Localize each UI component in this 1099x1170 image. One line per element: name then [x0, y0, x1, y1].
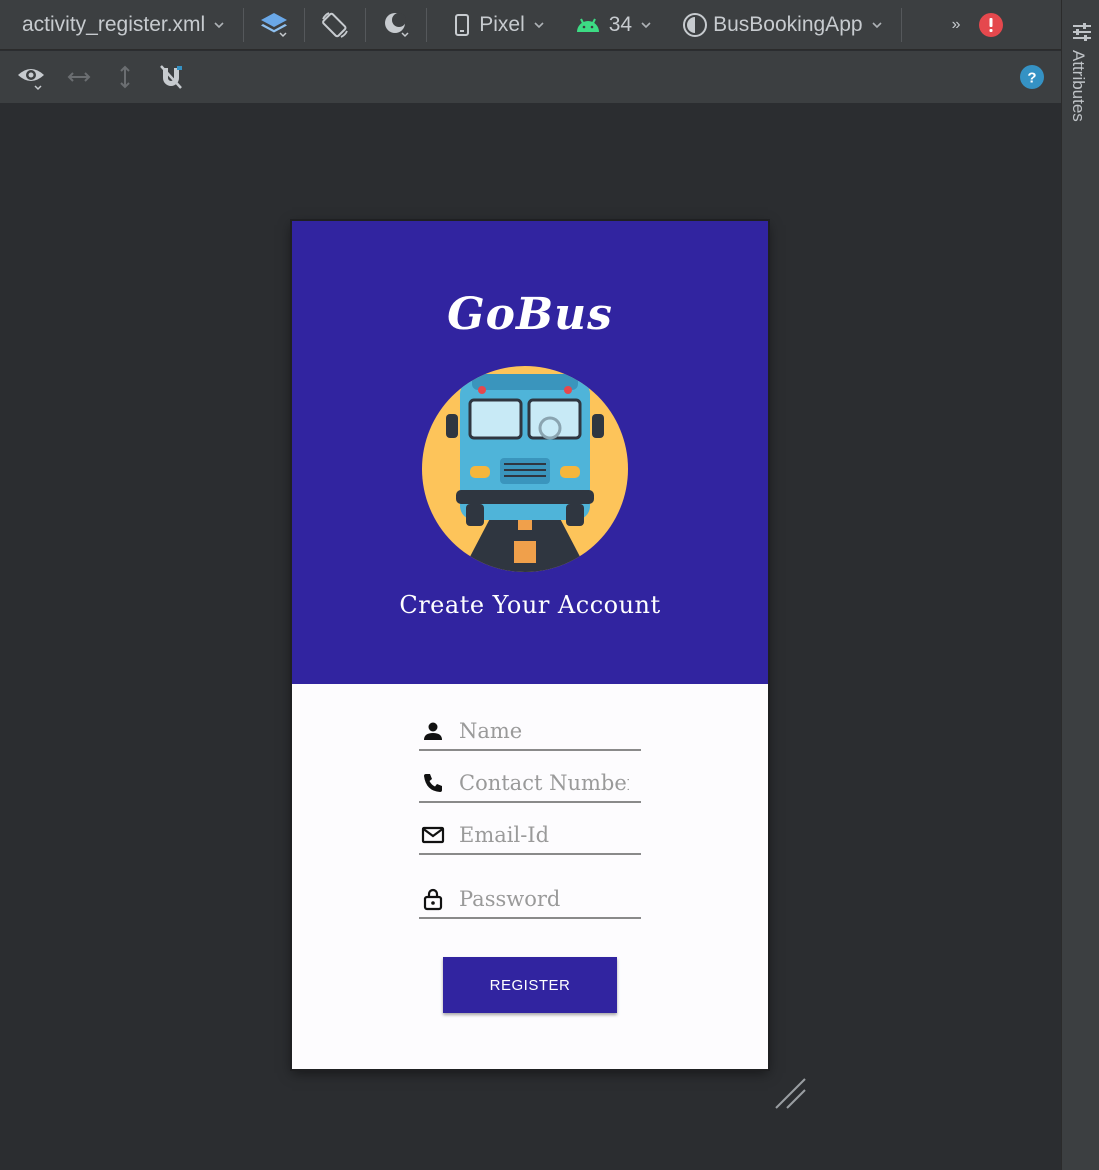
horizontal-resize-icon — [67, 72, 91, 82]
android-icon — [576, 18, 599, 32]
phone-preview: GoBus Create Your Account Name Contact N… — [292, 221, 768, 1069]
overflow-button[interactable]: » — [902, 0, 977, 50]
name-field — [419, 713, 641, 751]
svg-text:?: ? — [1027, 70, 1036, 87]
app-header: GoBus Create Your Account — [292, 221, 768, 684]
mail-icon — [421, 826, 445, 844]
call-icon — [424, 774, 442, 792]
password-input[interactable] — [459, 887, 629, 911]
chevron-down-icon — [534, 21, 544, 28]
night-mode-icon — [385, 12, 409, 37]
orientation-button[interactable] — [305, 0, 365, 50]
help-button[interactable]: ? — [1019, 64, 1045, 90]
rotate-icon — [322, 11, 349, 38]
view-options-button[interactable] — [14, 60, 48, 94]
register-button[interactable]: REGISTER — [443, 957, 617, 1013]
chevron-down-icon — [214, 21, 224, 28]
api-level-selector[interactable]: 34 — [559, 0, 666, 50]
resize-grip-icon[interactable] — [773, 1076, 809, 1112]
magnet-off-icon — [160, 65, 182, 89]
email-field — [419, 817, 641, 855]
issues-button[interactable] — [976, 0, 1004, 50]
top-toolbar: activity_register.xml Pixel 34 BusBookin… — [0, 0, 1061, 50]
name-input[interactable] — [459, 719, 629, 743]
theme-icon — [683, 12, 708, 37]
attributes-side-panel: Attributes — [1061, 0, 1099, 1170]
device-name: Pixel — [479, 12, 525, 36]
create-account-heading: Create Your Account — [399, 591, 661, 619]
design-surface-button[interactable] — [244, 0, 304, 50]
password-field — [419, 881, 641, 919]
file-name: activity_register.xml — [22, 12, 206, 36]
contact-field — [419, 765, 641, 803]
attributes-tab[interactable]: Attributes — [1068, 50, 1088, 122]
email-input[interactable] — [459, 823, 629, 847]
phone-icon — [455, 13, 470, 36]
vertical-resize-button[interactable] — [108, 60, 142, 94]
file-selector[interactable]: activity_register.xml — [0, 0, 243, 50]
help-icon: ? — [1020, 65, 1044, 89]
layers-icon — [261, 12, 288, 37]
device-selector[interactable]: Pixel — [427, 0, 559, 50]
autoconnect-button[interactable] — [154, 60, 188, 94]
lock-icon — [423, 888, 443, 911]
error-icon — [979, 12, 1004, 37]
vertical-resize-icon — [120, 65, 130, 89]
chevron-down-icon — [871, 21, 882, 28]
app-title: GoBus — [447, 289, 613, 340]
theme-selector[interactable]: BusBookingApp — [666, 0, 900, 50]
contact-number-input[interactable] — [459, 771, 629, 795]
app-module-name: BusBookingApp — [713, 12, 863, 36]
horizontal-resize-button[interactable] — [62, 60, 96, 94]
design-toolbar: ? — [0, 51, 1061, 103]
eye-icon — [18, 69, 44, 91]
person-icon — [424, 722, 442, 740]
bus-icon — [422, 366, 628, 572]
night-mode-button[interactable] — [366, 0, 426, 50]
settings-sliders-icon[interactable] — [1070, 20, 1094, 44]
overflow-label: » — [951, 15, 961, 33]
api-level: 34 — [608, 12, 633, 36]
chevron-down-icon — [641, 21, 651, 28]
